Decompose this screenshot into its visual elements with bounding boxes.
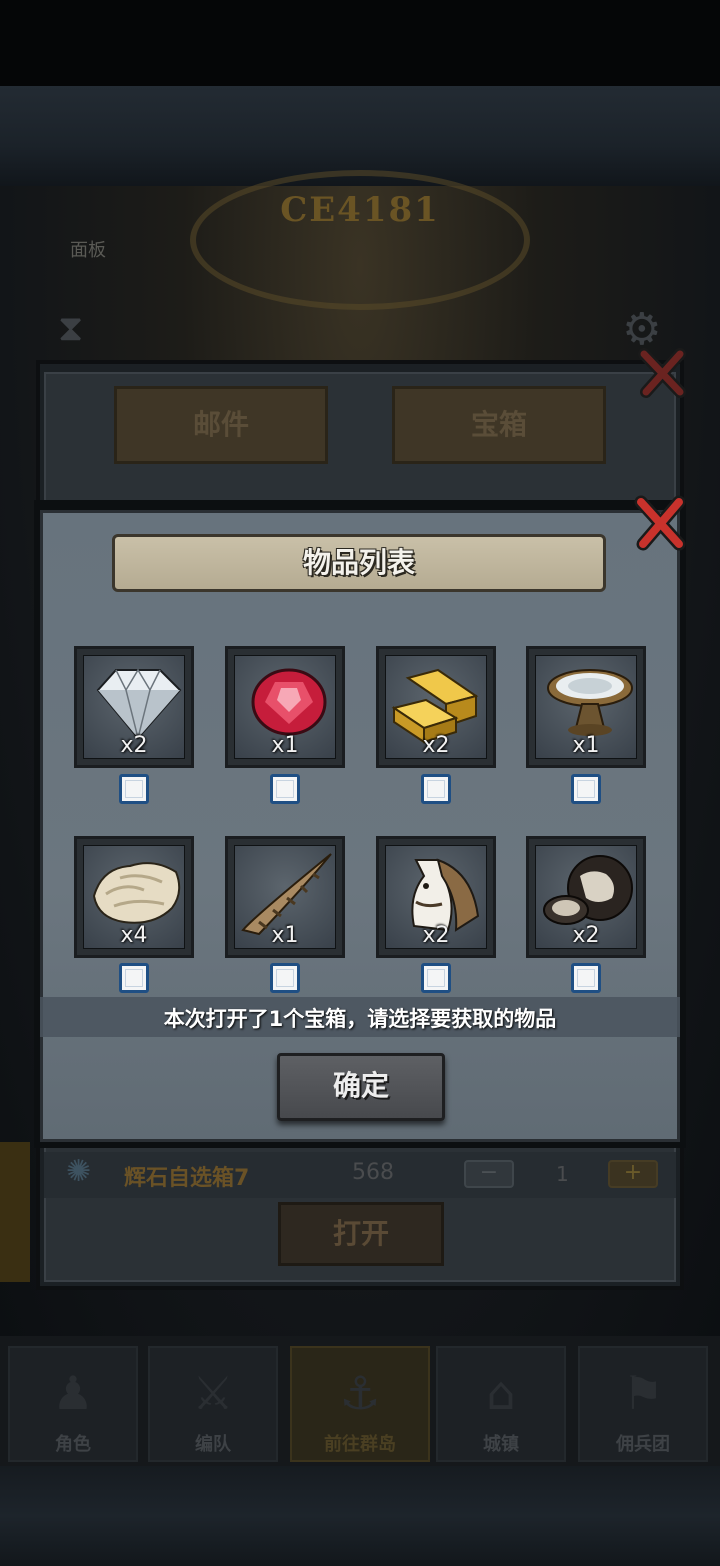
item-checkbox[interactable] [270,963,300,993]
chest-count: 568 [352,1160,394,1185]
nav-label: 编队 [195,1434,231,1455]
nav-tab-team[interactable]: ⚔ 编队 [148,1346,278,1462]
item-count: x2 [120,733,148,758]
item-slot[interactable]: x4 [74,836,194,958]
scene-left-label: 面板 [70,240,106,261]
side-tab [0,1142,30,1282]
item-count: x2 [422,733,450,758]
item-slot[interactable]: x2 [376,836,496,958]
town-icon: ⌂ [486,1366,516,1420]
top-bar [0,0,720,86]
nav-label: 佣兵团 [616,1434,670,1455]
nav-tab-islands[interactable]: ⚓ 前往群岛 [290,1346,430,1462]
nav-label: 角色 [55,1434,91,1455]
item-slot[interactable]: x1 [526,646,646,768]
item-checkbox[interactable] [571,963,601,993]
item-checkbox[interactable] [421,963,451,993]
quantity-value: 1 [556,1162,569,1186]
item-list-dialog [40,510,680,1142]
item-checkbox[interactable] [119,963,149,993]
item-checkbox[interactable] [119,774,149,804]
bottom-nav: ♟ 角色 ⚔ 编队 ⚓ 前往群岛 ⌂ 城镇 ⚑ 佣兵团 [0,1336,720,1466]
item-slot[interactable]: x2 [526,836,646,958]
item-count: x1 [271,733,299,758]
item-count: x2 [572,923,600,948]
bottom-band [0,1466,720,1566]
close-icon[interactable] [636,344,688,402]
item-count: x2 [422,923,450,948]
nav-label: 城镇 [483,1434,519,1455]
dialog-title: 物品列表 [112,534,606,592]
character-icon: ♟ [52,1366,94,1420]
chest-name: 辉石自选箱7 [124,1166,250,1191]
item-checkbox[interactable] [421,774,451,804]
confirm-button[interactable]: 确定 [277,1053,445,1121]
tab-chest[interactable]: 宝箱 [392,386,606,464]
item-slot[interactable]: x1 [225,836,345,958]
increase-button[interactable]: + [608,1160,658,1188]
notice-text: 本次打开了1个宝箱，请选择要获取的物品 [163,1007,557,1031]
item-slot[interactable]: x1 [225,646,345,768]
anchor-icon: ⚓ [339,1366,381,1420]
hourglass-icon: ⧗ [58,308,84,349]
item-slot[interactable]: x2 [376,646,496,768]
open-button[interactable]: 打开 [278,1202,444,1266]
nav-tab-character[interactable]: ♟ 角色 [8,1346,138,1462]
close-icon[interactable] [632,492,688,554]
decrease-button[interactable]: − [464,1160,514,1188]
swirl-icon: ✺ [66,1154,92,1189]
team-icon: ⚔ [192,1366,234,1420]
tab-mail[interactable]: 邮件 [114,386,328,464]
banner-icon: ⚑ [622,1366,664,1420]
nav-label: 前往群岛 [324,1434,396,1455]
item-count: x1 [271,923,299,948]
item-checkbox[interactable] [270,774,300,804]
scene-code: CE4181 [280,190,440,230]
item-count: x1 [572,733,600,758]
item-slot[interactable]: x2 [74,646,194,768]
item-checkbox[interactable] [571,774,601,804]
item-count: x4 [120,923,148,948]
nav-tab-mercenaries[interactable]: ⚑ 佣兵团 [578,1346,708,1462]
nav-tab-town[interactable]: ⌂ 城镇 [436,1346,566,1462]
